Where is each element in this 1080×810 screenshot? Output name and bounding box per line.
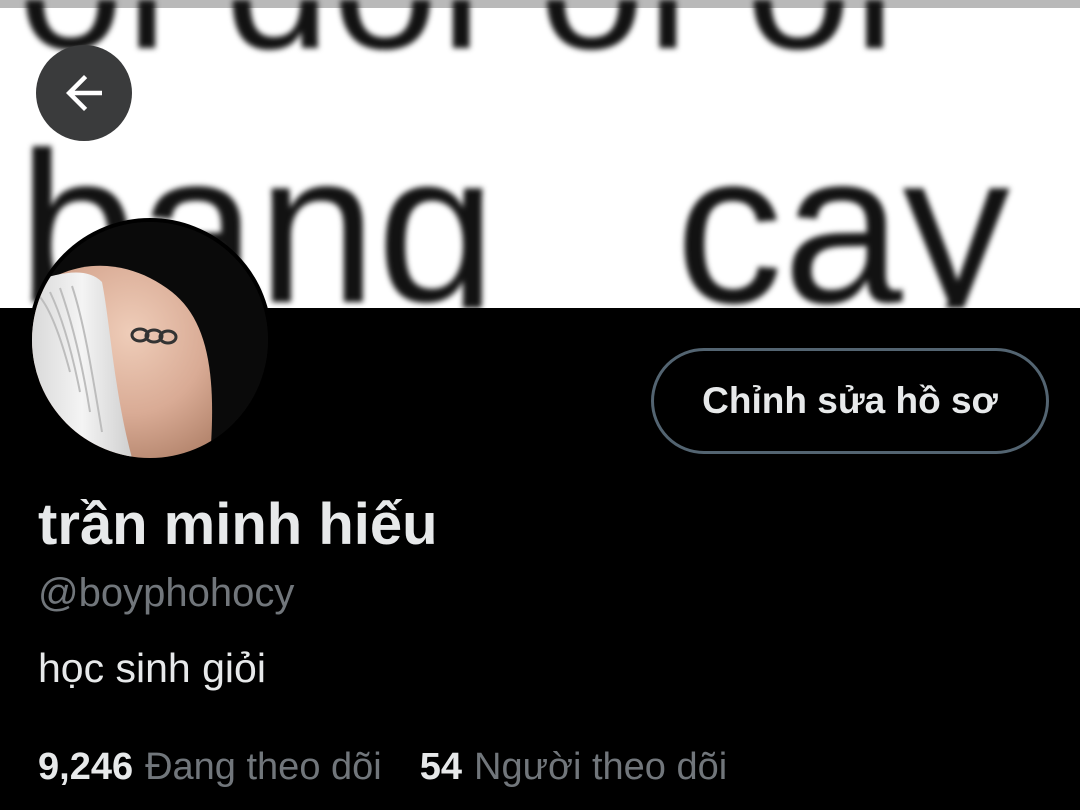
followers-label: Người theo dõi — [474, 746, 728, 788]
profile-screen: ol dol ol ol bang cay — [0, 0, 1080, 810]
username-handle: @boyphohocy — [38, 571, 295, 615]
back-button[interactable] — [36, 45, 132, 141]
edit-profile-button[interactable]: Chỉnh sửa hồ sơ — [651, 348, 1049, 454]
followers-link[interactable]: 54 Người theo dõi — [420, 742, 727, 792]
avatar-photo — [32, 222, 268, 458]
avatar[interactable] — [28, 218, 272, 462]
followers-count: 54 — [419, 746, 463, 788]
following-link[interactable]: 9,246 Đang theo dõi — [38, 742, 382, 792]
following-count: 9,246 — [38, 746, 134, 788]
profile-bio: học sinh giỏi — [38, 645, 266, 691]
banner-text-top: ol dol ol ol — [18, 0, 898, 89]
following-label: Đang theo dõi — [145, 746, 382, 788]
follow-stats: 9,246 Đang theo dõi 54 Người theo dõi — [38, 742, 727, 792]
display-name: trần minh hiếu — [38, 492, 438, 557]
arrow-left-icon — [66, 75, 102, 111]
